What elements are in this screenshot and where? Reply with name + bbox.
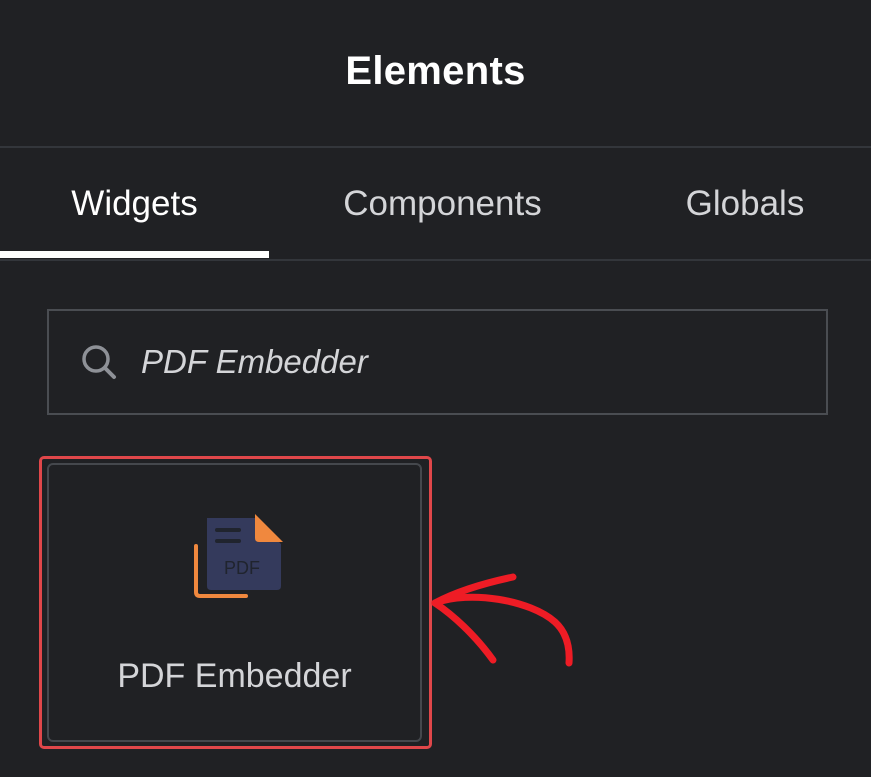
tab-bar: Widgets Components Globals: [0, 148, 871, 261]
tab-globals[interactable]: Globals: [640, 148, 850, 259]
search-icon: [79, 342, 119, 382]
tab-components[interactable]: Components: [300, 148, 585, 259]
annotation-highlight-box: [39, 456, 432, 749]
search-input[interactable]: PDF Embedder: [47, 309, 828, 415]
annotation-arrow-icon: [431, 573, 573, 667]
panel-title: Elements: [345, 48, 526, 93]
panel-header: Elements: [0, 0, 871, 148]
active-tab-indicator: [0, 251, 269, 258]
search-query[interactable]: PDF Embedder: [141, 343, 368, 381]
tab-widgets[interactable]: Widgets: [0, 148, 269, 259]
